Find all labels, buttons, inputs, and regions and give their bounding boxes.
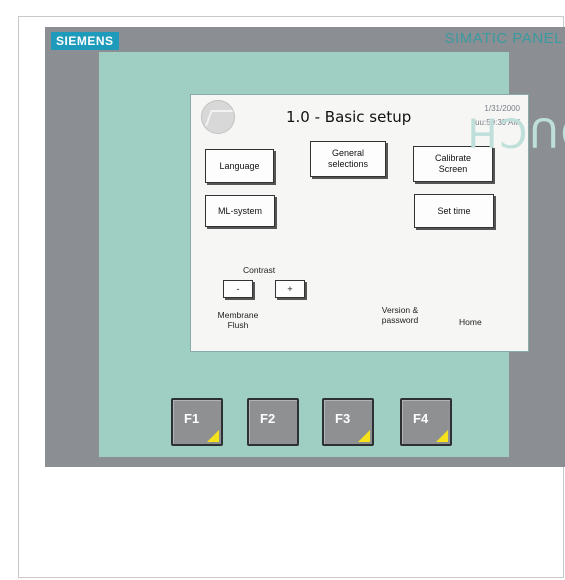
- contrast-increase-button[interactable]: +: [275, 280, 305, 298]
- contrast-decrease-button[interactable]: -: [223, 280, 253, 298]
- hmi-panel: SIEMENS SIMATIC PANEL 1.0 - Basic setup …: [45, 27, 565, 467]
- ml-system-button[interactable]: ML-system: [205, 195, 275, 227]
- set-time-button[interactable]: Set time: [414, 194, 494, 228]
- f3-key[interactable]: F3: [322, 398, 374, 446]
- f2-key[interactable]: F2: [247, 398, 299, 446]
- f1-key-label: F1: [184, 411, 200, 426]
- general-selections-button[interactable]: General selections: [310, 141, 386, 177]
- brand-logo: SIEMENS: [51, 32, 119, 50]
- key-corner-icon: [436, 430, 448, 442]
- contrast-label: Contrast: [243, 265, 276, 275]
- company-logo-icon: [201, 100, 235, 134]
- touch-label: TOUCH: [465, 108, 565, 155]
- f3-key-label: F3: [335, 411, 351, 426]
- product-name: SIMATIC PANEL: [444, 30, 563, 47]
- f2-key-label: F2: [260, 411, 276, 426]
- key-corner-icon: [207, 430, 219, 442]
- home-button[interactable]: Home: [459, 317, 482, 327]
- language-button[interactable]: Language: [205, 149, 274, 183]
- f1-key[interactable]: F1: [171, 398, 223, 446]
- f4-key-label: F4: [413, 411, 429, 426]
- version-password-button[interactable]: Version & password: [375, 305, 425, 325]
- page-title: 1.0 - Basic setup: [286, 108, 412, 126]
- f4-key[interactable]: F4: [400, 398, 452, 446]
- membrane-flush-button[interactable]: Membrane Flush: [213, 310, 263, 330]
- screen-bezel: 1.0 - Basic setup 1/31/2000 uu:59:39 AM …: [99, 52, 529, 457]
- key-corner-icon: [358, 430, 370, 442]
